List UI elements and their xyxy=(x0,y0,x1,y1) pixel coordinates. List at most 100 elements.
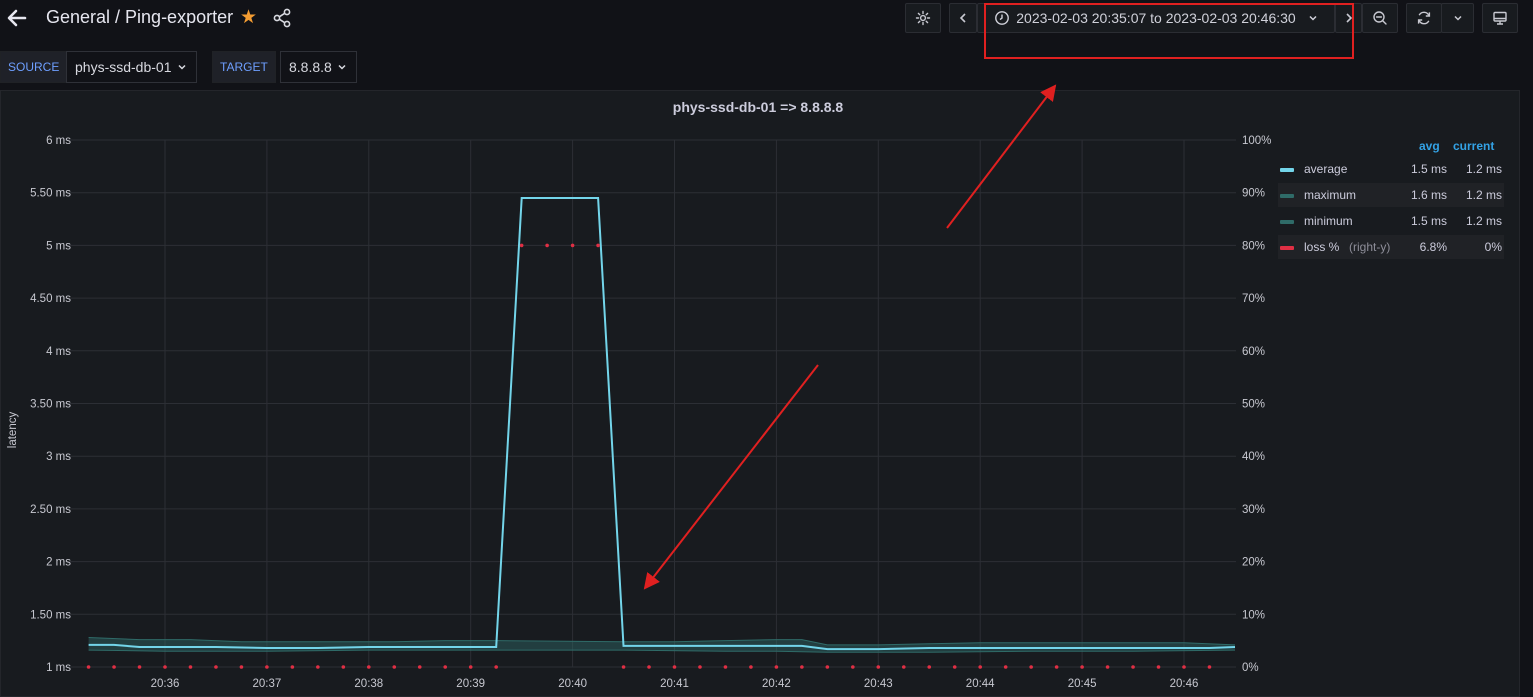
loss-data-point xyxy=(723,665,728,669)
y-tick-label: 2.50 ms xyxy=(30,504,71,516)
loss-data-point xyxy=(417,665,422,669)
legend-current-value: 1.2 ms xyxy=(1465,162,1502,176)
legend-item-loss[interactable]: loss % (right-y) 6.8% 0% xyxy=(1278,235,1504,259)
loss-data-point xyxy=(647,665,651,669)
loss-data-point xyxy=(1207,665,1212,669)
loss-data-point xyxy=(1182,665,1186,669)
x-tick-label: 20:42 xyxy=(762,678,791,690)
loss-data-point xyxy=(1156,665,1161,669)
legend-swatch xyxy=(1280,168,1294,172)
loss-data-point xyxy=(1003,665,1008,669)
legend-series-axis-suffix: (right-y) xyxy=(1349,240,1391,254)
loss-data-point xyxy=(188,665,193,669)
loss-data-point xyxy=(112,665,116,669)
loss-data-point xyxy=(1029,665,1033,669)
x-tick-label: 20:40 xyxy=(558,678,587,690)
legend-series-name: average xyxy=(1304,162,1348,176)
y2-tick-label: 40% xyxy=(1242,451,1265,463)
loss-data-point xyxy=(494,665,498,669)
loss-data-point xyxy=(214,665,218,669)
x-tick-label: 20:43 xyxy=(864,678,893,690)
loss-data-point xyxy=(163,665,167,669)
legend-avg-value: 1.5 ms xyxy=(1410,214,1447,228)
y2-tick-label: 100% xyxy=(1242,135,1271,147)
loss-data-point xyxy=(825,665,830,669)
loss-data-point xyxy=(1080,665,1084,669)
legend-avg-value: 1.5 ms xyxy=(1410,162,1447,176)
loss-data-point xyxy=(952,665,957,669)
y-axis-label: latency xyxy=(7,411,19,449)
loss-data-point xyxy=(316,665,320,669)
legend-series-name: minimum xyxy=(1304,214,1353,228)
x-tick-label: 20:44 xyxy=(966,678,995,690)
legend-header-avg[interactable]: avg xyxy=(1419,139,1440,153)
y-tick-label: 5.50 ms xyxy=(30,188,71,200)
y2-tick-label: 50% xyxy=(1242,399,1265,411)
loss-data-point xyxy=(749,665,753,669)
loss-data-point xyxy=(570,243,575,248)
legend-current-value: 0% xyxy=(1484,240,1502,254)
loss-data-point xyxy=(1054,665,1059,669)
x-tick-label: 20:45 xyxy=(1068,678,1097,690)
y2-tick-label: 90% xyxy=(1242,188,1265,200)
loss-data-point xyxy=(443,665,448,669)
y-tick-label: 6 ms xyxy=(46,135,71,147)
latency-chart[interactable]: 1 ms 1.50 ms 2 ms 2.50 ms 3 ms 3.50 ms 4 ms 4.5… xyxy=(0,0,1533,697)
loss-data-point xyxy=(367,665,371,669)
legend-swatch xyxy=(1280,220,1294,224)
legend-series-name: maximum xyxy=(1304,188,1357,202)
y-tick-label: 5 ms xyxy=(46,240,71,252)
legend-series-name: loss % xyxy=(1304,240,1340,254)
y-tick-label: 3.50 ms xyxy=(30,399,71,411)
x-tick-label: 20:36 xyxy=(151,678,180,690)
loss-data-point xyxy=(86,665,91,669)
loss-data-point xyxy=(621,665,626,669)
loss-data-point xyxy=(265,665,269,669)
series-line-average xyxy=(88,197,1236,651)
legend-avg-value: 6.8% xyxy=(1419,240,1447,254)
loss-data-point xyxy=(1131,665,1135,669)
loss-data-point xyxy=(672,665,677,669)
legend-item-average[interactable]: average 1.5 ms 1.2 ms xyxy=(1278,157,1504,181)
x-tick-label: 20:46 xyxy=(1170,678,1199,690)
min-max-band xyxy=(88,637,1236,653)
legend-item-maximum[interactable]: maximum 1.6 ms 1.2 ms xyxy=(1278,183,1504,207)
loss-data-point xyxy=(545,243,549,248)
annotation-arrow-up xyxy=(946,84,1057,229)
loss-data-point xyxy=(1105,665,1110,669)
y2-tick-label: 20% xyxy=(1242,557,1265,569)
loss-data-point xyxy=(927,665,932,669)
legend-swatch xyxy=(1280,246,1294,250)
loss-data-point xyxy=(137,665,142,669)
loss-data-point xyxy=(290,665,295,669)
x-tick-label: 20:37 xyxy=(253,678,282,690)
y-tick-label: 1 ms xyxy=(46,662,71,674)
y-tick-label: 4 ms xyxy=(46,346,71,358)
loss-data-point xyxy=(341,665,346,669)
x-tick-label: 20:39 xyxy=(456,678,485,690)
y-tick-label: 2 ms xyxy=(46,557,71,569)
loss-data-point xyxy=(978,665,982,669)
y2-tick-label: 70% xyxy=(1242,293,1265,305)
y2-tick-label: 30% xyxy=(1242,504,1265,516)
x-tick-label: 20:41 xyxy=(660,678,689,690)
y2-tick-label: 0% xyxy=(1242,662,1259,674)
loss-data-point xyxy=(596,243,600,248)
y-tick-label: 3 ms xyxy=(46,451,71,463)
loss-data-point xyxy=(851,665,855,669)
loss-data-point xyxy=(698,665,702,669)
y2-tick-label: 80% xyxy=(1242,240,1265,252)
loss-data-point xyxy=(519,243,524,248)
legend-header-current[interactable]: current xyxy=(1453,139,1494,153)
annotation-arrow-down xyxy=(643,364,819,590)
legend-item-minimum[interactable]: minimum 1.5 ms 1.2 ms xyxy=(1278,209,1504,233)
y2-tick-label: 60% xyxy=(1242,346,1265,358)
y2-tick-label: 10% xyxy=(1242,609,1265,621)
legend-current-value: 1.2 ms xyxy=(1465,188,1502,202)
loss-data-point xyxy=(239,665,244,669)
y-tick-label: 4.50 ms xyxy=(30,293,71,305)
loss-data-point xyxy=(774,665,779,669)
loss-data-point xyxy=(468,665,473,669)
loss-data-point xyxy=(876,665,881,669)
loss-data-point xyxy=(392,665,397,669)
